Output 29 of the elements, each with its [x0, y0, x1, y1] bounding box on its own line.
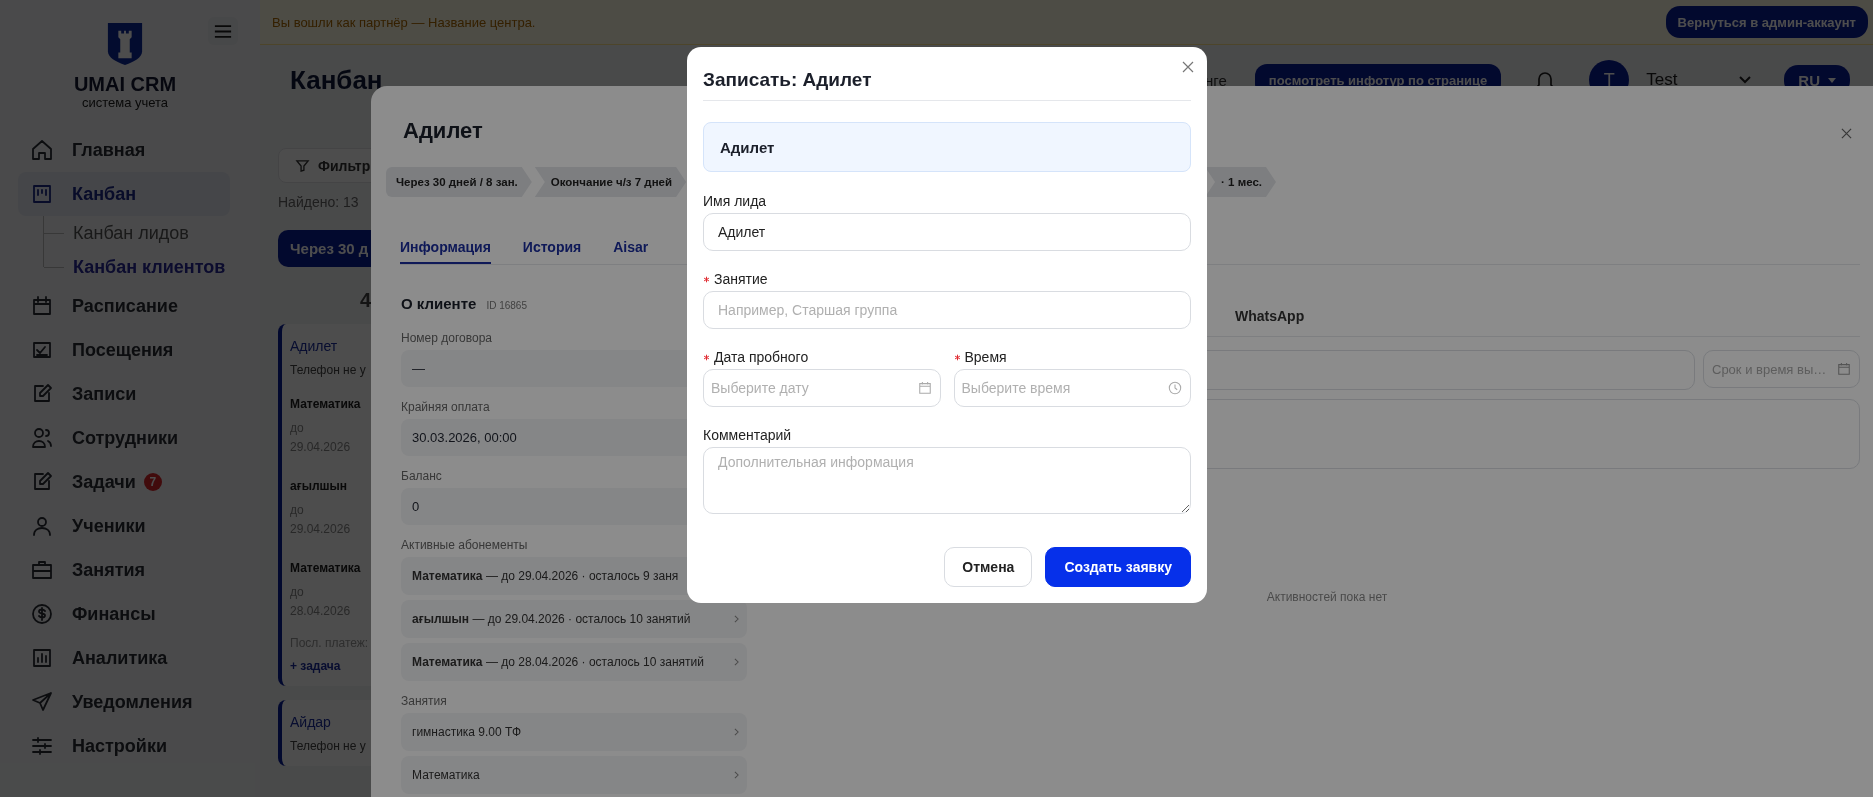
banner-text: Вы вошли как партнёр — Название центра.	[272, 14, 536, 30]
subject-text: Математика	[290, 396, 361, 413]
subject-text: ағылшын	[290, 478, 348, 495]
field-label: Время	[964, 349, 1007, 365]
field-label: Номер договора	[401, 330, 492, 346]
lesson-text: гимнастика 9.00 ТФ	[412, 725, 522, 739]
lead-name: Адилет	[720, 138, 775, 156]
field-label: Занятие	[714, 271, 768, 287]
brand-name: UMAI CRM	[73, 73, 177, 95]
modal-title: Записать: Адилет	[703, 69, 872, 90]
subject-text: Математика	[290, 560, 361, 577]
section-title: О клиенте	[401, 295, 477, 312]
empty-state-text: Активностей пока нет	[1266, 590, 1388, 604]
field-label: Активные абонементы	[401, 537, 528, 553]
subscription-text: Математика — до 28.04.2026 · осталось 10 занятий	[412, 655, 704, 669]
subscription-text: Математика — до 29.04.2026 · осталось 9 заня	[412, 569, 679, 583]
drawer-title: Адилет	[402, 117, 483, 144]
field-label: Занятия	[401, 693, 447, 709]
count-badge: 7	[143, 473, 162, 491]
brand-tagline: система учета	[81, 95, 169, 110]
field-label: Имя лида	[703, 193, 767, 209]
client-id: ID 16865	[486, 300, 527, 311]
field-label: Крайняя оплата	[401, 399, 490, 415]
lesson-text: Математика	[412, 768, 480, 782]
field-label: Баланс	[401, 468, 442, 484]
subscription-text: ағылшын — до 29.04.2026 · осталось 10 занятий	[412, 612, 691, 626]
field-label: Дата пробного	[714, 349, 809, 365]
user-name: Test	[1646, 70, 1678, 90]
page-title: Канбан	[290, 64, 383, 96]
